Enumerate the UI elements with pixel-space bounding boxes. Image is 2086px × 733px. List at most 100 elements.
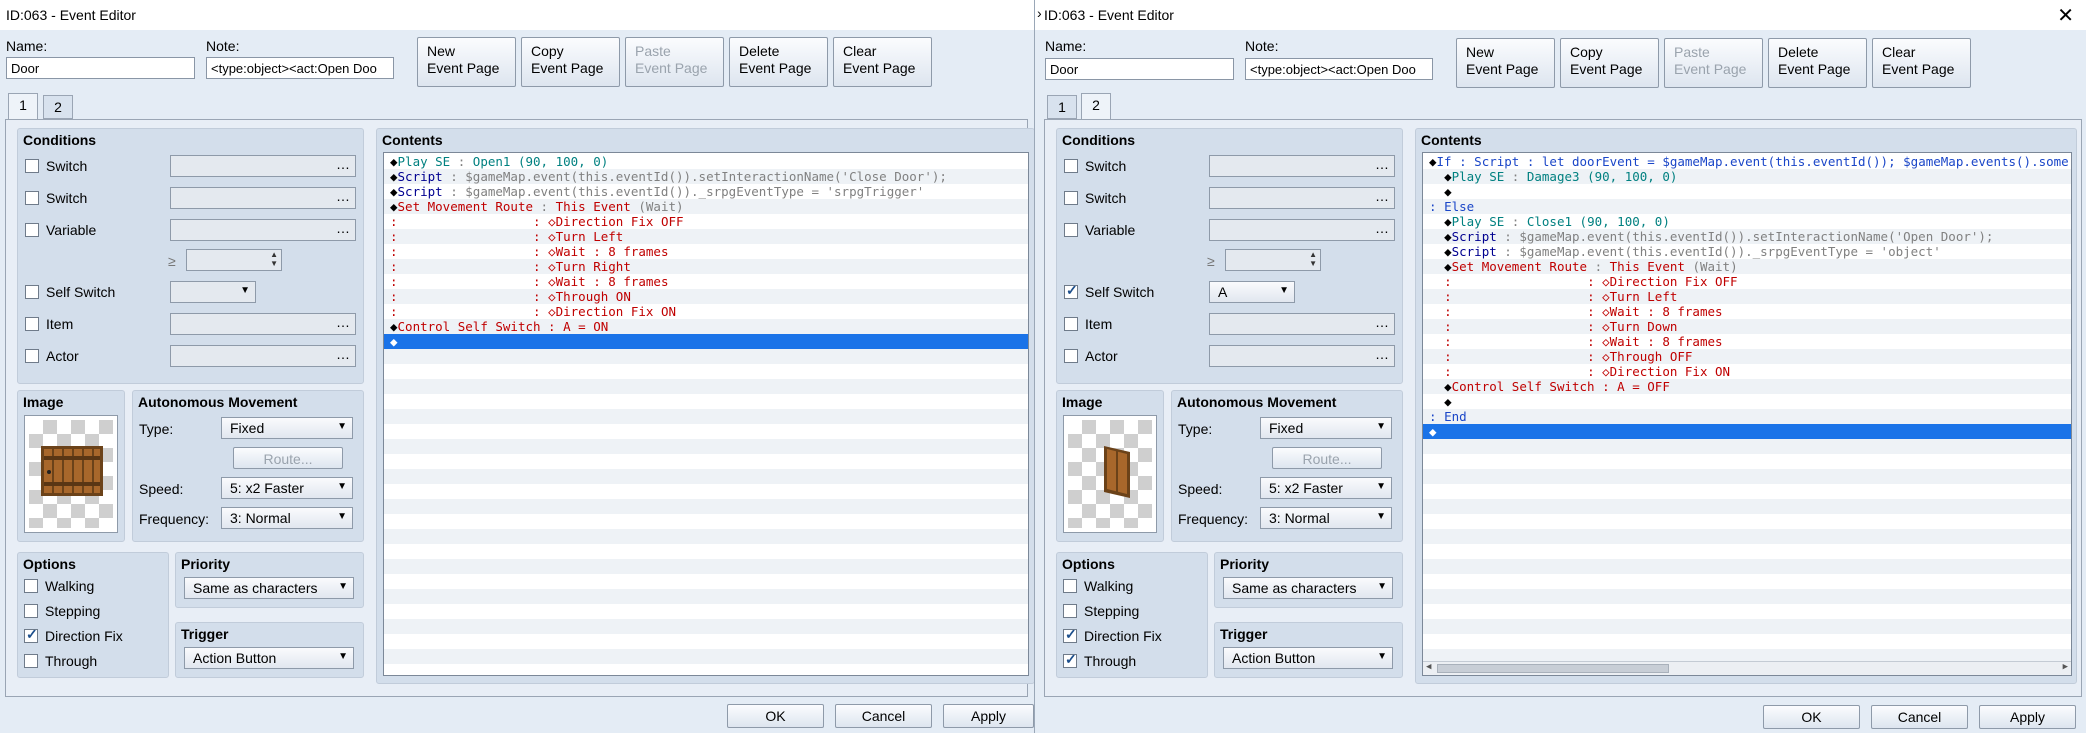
switch2-selector[interactable]: … bbox=[1209, 187, 1395, 209]
event-command-list[interactable]: ◆If : Script : let doorEvent = $gameMap.… bbox=[1422, 152, 2072, 676]
switch2-selector[interactable]: … bbox=[170, 187, 356, 209]
event-image[interactable] bbox=[1063, 415, 1157, 533]
walking-checkbox[interactable] bbox=[1063, 579, 1077, 593]
copy-event-page-button[interactable]: Copy Event Page bbox=[521, 37, 620, 87]
note-input[interactable]: <type:object><act:Open Doo bbox=[1245, 58, 1433, 80]
command-row[interactable]: ◆Play SE : Damage3 (90, 100, 0) bbox=[1423, 169, 2071, 184]
command-row[interactable]: : : ◇Turn Left bbox=[1423, 289, 2071, 304]
priority-select[interactable]: Same as characters ▼ bbox=[1223, 577, 1393, 599]
command-row[interactable] bbox=[384, 349, 1028, 364]
note-input[interactable]: <type:object><act:Open Doo bbox=[206, 57, 394, 79]
clear-event-page-button[interactable]: Clear Event Page bbox=[833, 37, 932, 87]
scrollbar-thumb[interactable] bbox=[1437, 664, 1669, 673]
command-row[interactable]: ◆Control Self Switch : A = ON bbox=[384, 319, 1028, 334]
copy-event-page-button[interactable]: Copy Event Page bbox=[1560, 38, 1659, 88]
scroll-left-icon[interactable]: ◀ bbox=[1426, 662, 1431, 672]
tab-page-1[interactable]: 1 bbox=[8, 93, 38, 120]
command-row[interactable]: ◆ bbox=[384, 334, 1028, 349]
command-row[interactable] bbox=[1423, 514, 2071, 529]
command-row[interactable]: : : ◇Wait : 8 frames bbox=[384, 274, 1028, 289]
command-row[interactable] bbox=[384, 499, 1028, 514]
command-row[interactable] bbox=[1423, 454, 2071, 469]
paste-event-page-button[interactable]: Paste Event Page bbox=[625, 37, 724, 87]
command-row[interactable]: ◆Script : $gameMap.event(this.eventId())… bbox=[384, 184, 1028, 199]
stepping-checkbox[interactable] bbox=[1063, 604, 1077, 618]
command-row[interactable]: ◆ bbox=[1423, 394, 2071, 409]
route-button[interactable]: Route... bbox=[233, 447, 343, 469]
delete-event-page-button[interactable]: Delete Event Page bbox=[1768, 38, 1867, 88]
command-row[interactable] bbox=[384, 604, 1028, 619]
frequency-select[interactable]: 3: Normal ▼ bbox=[1260, 507, 1392, 529]
switch1-checkbox[interactable] bbox=[25, 159, 39, 173]
command-row[interactable]: ◆Play SE : Open1 (90, 100, 0) bbox=[384, 154, 1028, 169]
command-row[interactable]: : : ◇Turn Right bbox=[384, 259, 1028, 274]
new-event-page-button[interactable]: New Event Page bbox=[1456, 38, 1555, 88]
paste-event-page-button[interactable]: Paste Event Page bbox=[1664, 38, 1763, 88]
command-row[interactable] bbox=[1423, 544, 2071, 559]
command-row[interactable] bbox=[384, 544, 1028, 559]
tab-page-1[interactable]: 1 bbox=[1047, 95, 1077, 119]
clear-event-page-button[interactable]: Clear Event Page bbox=[1872, 38, 1971, 88]
tab-page-2[interactable]: 2 bbox=[1081, 93, 1111, 120]
actor-selector[interactable]: … bbox=[1209, 345, 1395, 367]
trigger-select[interactable]: Action Button ▼ bbox=[1223, 647, 1393, 669]
ok-button[interactable]: OK bbox=[1763, 705, 1860, 729]
command-row[interactable]: ◆Script : $gameMap.event(this.eventId())… bbox=[1423, 244, 2071, 259]
actor-selector[interactable]: … bbox=[170, 345, 356, 367]
command-row[interactable] bbox=[1423, 634, 2071, 649]
command-row[interactable]: : : ◇Wait : 8 frames bbox=[1423, 304, 2071, 319]
self-switch-checkbox[interactable] bbox=[1064, 282, 1078, 299]
command-row[interactable] bbox=[384, 379, 1028, 394]
new-event-page-button[interactable]: New Event Page bbox=[417, 37, 516, 87]
command-row[interactable] bbox=[384, 619, 1028, 634]
delete-event-page-button[interactable]: Delete Event Page bbox=[729, 37, 828, 87]
frequency-select[interactable]: 3: Normal ▼ bbox=[221, 507, 353, 529]
item-checkbox[interactable] bbox=[1064, 317, 1078, 331]
command-row[interactable] bbox=[384, 589, 1028, 604]
switch1-checkbox[interactable] bbox=[1064, 159, 1078, 173]
command-row[interactable] bbox=[1423, 574, 2071, 589]
command-row[interactable] bbox=[384, 364, 1028, 379]
command-row[interactable]: ◆Control Self Switch : A = OFF bbox=[1423, 379, 2071, 394]
command-row[interactable] bbox=[384, 529, 1028, 544]
cancel-button[interactable]: Cancel bbox=[1871, 705, 1968, 729]
speed-select[interactable]: 5: x2 Faster ▼ bbox=[1260, 477, 1392, 499]
tab-page-2[interactable]: 2 bbox=[43, 95, 73, 119]
command-row[interactable]: ◆Set Movement Route : This Event (Wait) bbox=[1423, 259, 2071, 274]
command-row[interactable] bbox=[1423, 469, 2071, 484]
switch1-selector[interactable]: … bbox=[1209, 155, 1395, 177]
command-row[interactable]: : : ◇Through ON bbox=[384, 289, 1028, 304]
command-row[interactable] bbox=[1423, 589, 2071, 604]
trigger-select[interactable]: Action Button ▼ bbox=[184, 647, 354, 669]
command-row[interactable]: : : ◇Direction Fix ON bbox=[1423, 364, 2071, 379]
cancel-button[interactable]: Cancel bbox=[835, 704, 932, 728]
command-row[interactable]: ◆ bbox=[1423, 424, 2071, 439]
command-row[interactable] bbox=[384, 394, 1028, 409]
command-row[interactable]: ◆Set Movement Route : This Event (Wait) bbox=[384, 199, 1028, 214]
command-row[interactable] bbox=[384, 454, 1028, 469]
variable-checkbox[interactable] bbox=[1064, 223, 1078, 237]
self-switch-checkbox[interactable] bbox=[25, 285, 39, 299]
command-row[interactable]: : : ◇Direction Fix OFF bbox=[1423, 274, 2071, 289]
command-row[interactable]: : End bbox=[1423, 409, 2071, 424]
event-command-list[interactable]: ◆Play SE : Open1 (90, 100, 0) ◆Script : $… bbox=[383, 152, 1029, 676]
command-row[interactable]: : : ◇Wait : 8 frames bbox=[384, 244, 1028, 259]
command-row[interactable] bbox=[384, 484, 1028, 499]
command-row[interactable] bbox=[384, 649, 1028, 664]
variable-value-spinner[interactable]: ▲ ▼ bbox=[1225, 249, 1321, 271]
variable-value-spinner[interactable]: ▲ ▼ bbox=[186, 249, 282, 271]
scroll-right-icon[interactable]: ▶ bbox=[2063, 662, 2068, 672]
name-input[interactable]: Door bbox=[6, 57, 195, 79]
priority-select[interactable]: Same as characters ▼ bbox=[184, 577, 354, 599]
command-row[interactable] bbox=[384, 634, 1028, 649]
variable-checkbox[interactable] bbox=[25, 223, 39, 237]
walking-checkbox[interactable] bbox=[24, 579, 38, 593]
speed-select[interactable]: 5: x2 Faster ▼ bbox=[221, 477, 353, 499]
command-row[interactable]: ◆ bbox=[1423, 184, 2071, 199]
command-row[interactable] bbox=[1423, 529, 2071, 544]
direction-fix-checkbox[interactable] bbox=[1063, 626, 1077, 643]
command-row[interactable] bbox=[1423, 439, 2071, 454]
command-row[interactable] bbox=[1423, 559, 2071, 574]
command-row[interactable]: : : ◇Direction Fix ON bbox=[384, 304, 1028, 319]
command-row[interactable] bbox=[384, 424, 1028, 439]
